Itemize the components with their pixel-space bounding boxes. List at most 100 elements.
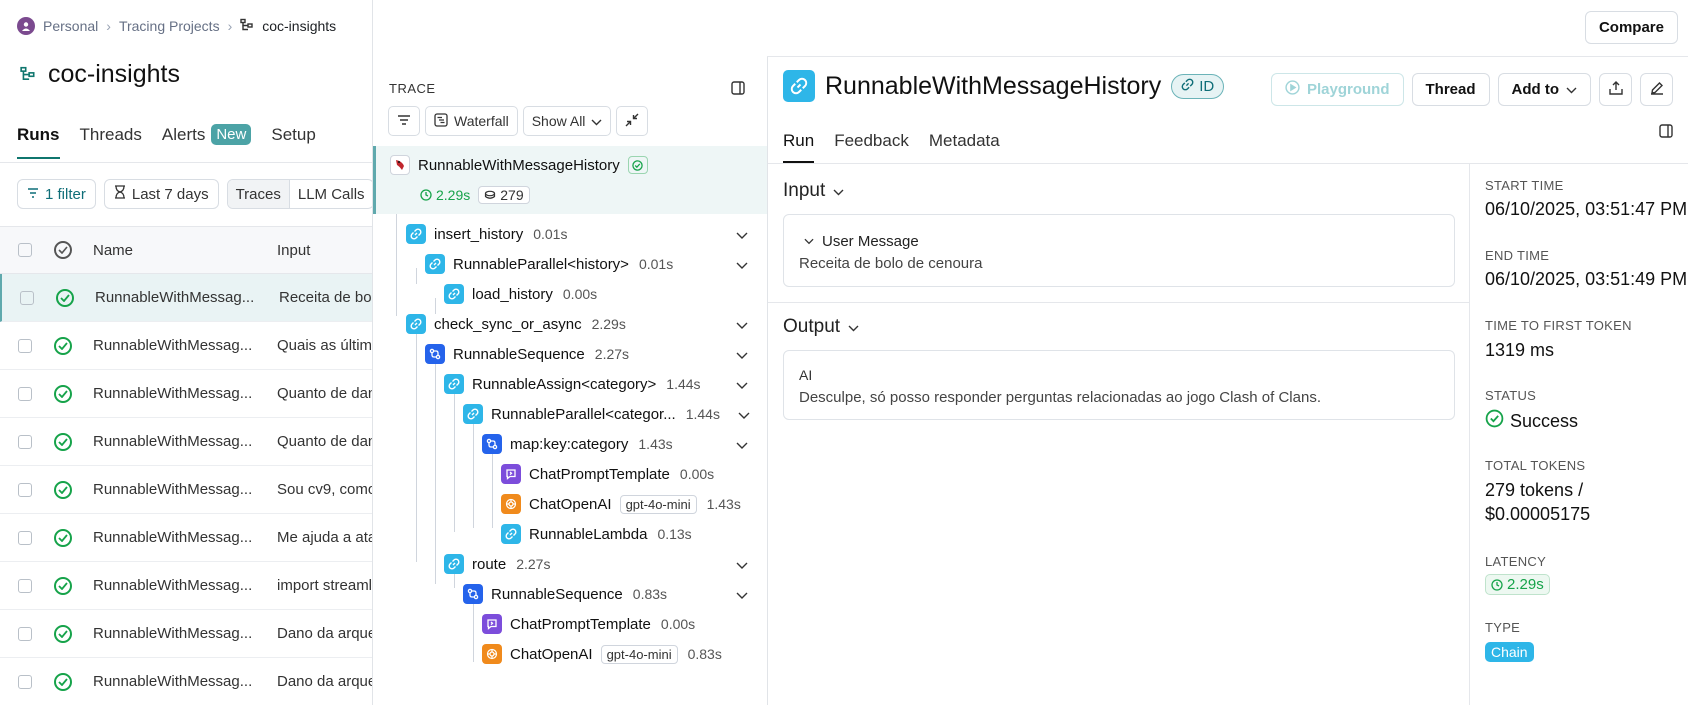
sidebar-toggle-icon[interactable] xyxy=(1659,124,1673,143)
segment-traces[interactable]: Traces xyxy=(227,180,290,208)
node-name: ChatOpenAI xyxy=(510,645,593,663)
filter-bar: 1 filter Last 7 days Traces LLM Calls xyxy=(17,179,372,209)
tree-node[interactable]: RunnableSequence 2.27s xyxy=(425,338,629,370)
table-row[interactable]: RunnableWithMessag... import streamli xyxy=(0,562,372,610)
tree-node[interactable]: RunnableLambda 0.13s xyxy=(501,518,692,550)
tree-node[interactable]: load_history 0.00s xyxy=(444,278,597,310)
collapse-all-button[interactable] xyxy=(616,106,649,136)
tree-node[interactable]: ChatOpenAI gpt-4o-mini 0.83s xyxy=(482,638,722,670)
show-all-dropdown[interactable]: Show All xyxy=(522,106,612,136)
waterfall-button[interactable]: Waterfall xyxy=(425,106,518,136)
tree-node[interactable]: route 2.27s xyxy=(444,548,550,580)
table-row[interactable]: RunnableWithMessag... Dano da arquei xyxy=(0,658,372,705)
tree-node[interactable]: RunnableParallel<history> 0.01s xyxy=(425,248,673,280)
output-section-toggle[interactable]: Output xyxy=(783,316,859,338)
chevron-down-icon[interactable] xyxy=(736,317,750,331)
tree-node[interactable]: ChatPromptTemplate 0.00s xyxy=(482,608,695,640)
time-range-button[interactable]: Last 7 days xyxy=(103,179,219,209)
edit-button[interactable] xyxy=(1640,73,1673,106)
input-section-toggle[interactable]: Input xyxy=(783,180,844,202)
tree-node[interactable]: ChatOpenAI gpt-4o-mini 1.43s xyxy=(501,488,741,520)
breadcrumb-section[interactable]: Tracing Projects xyxy=(119,18,220,34)
end-time-value: 06/10/2025, 03:51:49 PM xyxy=(1485,269,1688,289)
trace-filter-button[interactable] xyxy=(388,106,420,136)
trace-root-node[interactable]: RunnableWithMessageHistory 2.29s 279 xyxy=(373,146,767,214)
add-to-dropdown[interactable]: Add to xyxy=(1497,73,1591,106)
panel-toggle-icon[interactable] xyxy=(731,81,745,100)
table-row[interactable]: RunnableWithMessag... Me ajuda a atac xyxy=(0,514,372,562)
tree-guide xyxy=(435,362,436,584)
link-icon xyxy=(425,254,445,274)
workspace-avatar[interactable] xyxy=(17,17,35,35)
filter-icon xyxy=(27,186,39,203)
run-name: RunnableWithMessag... xyxy=(95,289,255,306)
node-name: route xyxy=(472,555,507,573)
chevron-down-icon[interactable] xyxy=(738,407,752,421)
run-actions: Playground Thread Add to xyxy=(1270,73,1673,106)
chevron-down-icon[interactable] xyxy=(736,557,750,571)
run-input: Sou cv9, como xyxy=(277,481,372,498)
row-checkbox[interactable] xyxy=(18,338,32,353)
tree-node[interactable]: ChatPromptTemplate 0.00s xyxy=(501,458,714,490)
table-row[interactable]: RunnableWithMessag... Dano da arquei xyxy=(0,610,372,658)
row-checkbox[interactable] xyxy=(18,482,32,497)
chevron-down-icon[interactable] xyxy=(736,257,750,271)
model-tag: gpt-4o-mini xyxy=(600,644,678,664)
tree-node[interactable]: RunnableAssign<category> 1.44s xyxy=(444,368,701,400)
run-name: RunnableWithMessag... xyxy=(93,337,253,354)
column-header-name[interactable]: Name xyxy=(93,242,259,259)
table-row[interactable]: RunnableWithMessag... Quais as última xyxy=(0,322,372,370)
compare-button[interactable]: Compare xyxy=(1584,11,1678,44)
input-message-card: User Message Receita de bolo de cenoura xyxy=(783,214,1455,287)
tab-runs[interactable]: Runs xyxy=(17,124,60,159)
thread-button[interactable]: Thread xyxy=(1411,73,1490,106)
tree-node[interactable]: RunnableSequence 0.83s xyxy=(463,578,667,610)
table-row[interactable]: RunnableWithMessag... Quanto de dano xyxy=(0,418,372,466)
chevron-down-icon[interactable] xyxy=(736,377,750,391)
row-checkbox[interactable] xyxy=(18,674,32,689)
select-all-checkbox[interactable] xyxy=(18,243,32,257)
row-checkbox[interactable] xyxy=(18,530,32,545)
status-column-icon xyxy=(54,241,72,259)
success-icon xyxy=(54,576,72,595)
tab-run[interactable]: Run xyxy=(783,131,815,163)
tree-node[interactable]: RunnableParallel<categor... 1.44s xyxy=(463,398,720,430)
node-name: ChatPromptTemplate xyxy=(529,465,670,483)
column-header-input[interactable]: Input xyxy=(277,242,372,259)
run-name: RunnableWithMessag... xyxy=(93,385,253,402)
row-checkbox[interactable] xyxy=(18,434,32,449)
row-checkbox[interactable] xyxy=(20,290,34,305)
sequence-icon xyxy=(482,434,502,454)
table-row[interactable]: RunnableWithMessag... Quanto de dano xyxy=(0,370,372,418)
tree-node[interactable]: map:key:category 1.43s xyxy=(482,428,673,460)
tab-threads[interactable]: Threads xyxy=(80,124,142,157)
chevron-down-icon[interactable] xyxy=(736,227,750,241)
tree-node[interactable]: check_sync_or_async 2.29s xyxy=(406,308,626,340)
breadcrumb-workspace[interactable]: Personal xyxy=(43,18,98,34)
row-checkbox[interactable] xyxy=(18,626,32,641)
share-button[interactable] xyxy=(1599,73,1632,106)
tab-feedback[interactable]: Feedback xyxy=(834,131,909,161)
ttft-value: 1319 ms xyxy=(1485,340,1555,360)
table-row[interactable]: RunnableWithMessag... Sou cv9, como xyxy=(0,466,372,514)
playground-button[interactable]: Playground xyxy=(1270,73,1404,106)
segment-llm-calls[interactable]: LLM Calls xyxy=(290,180,372,208)
status-label: STATUS xyxy=(1485,388,1537,403)
row-checkbox[interactable] xyxy=(18,578,32,593)
row-checkbox[interactable] xyxy=(18,386,32,401)
copy-id-button[interactable]: ID xyxy=(1171,73,1225,99)
filter-button[interactable]: 1 filter xyxy=(17,179,96,209)
user-message-toggle[interactable]: User Message xyxy=(804,232,919,250)
chevron-down-icon[interactable] xyxy=(736,437,750,451)
run-header: RunnableWithMessageHistory ID xyxy=(783,70,1225,102)
tab-setup[interactable]: Setup xyxy=(271,124,315,157)
tree-node[interactable]: insert_history 0.01s xyxy=(406,218,567,250)
total-tokens-label: TOTAL TOKENS xyxy=(1485,458,1586,473)
chevron-down-icon[interactable] xyxy=(736,347,750,361)
link-icon xyxy=(444,374,464,394)
run-tabs: Run Feedback Metadata xyxy=(783,131,1000,163)
tab-alerts[interactable]: Alerts New xyxy=(162,124,252,157)
tab-metadata[interactable]: Metadata xyxy=(929,131,1000,161)
table-row[interactable]: RunnableWithMessag... Receita de bolo xyxy=(0,274,372,322)
chevron-down-icon[interactable] xyxy=(736,587,750,601)
